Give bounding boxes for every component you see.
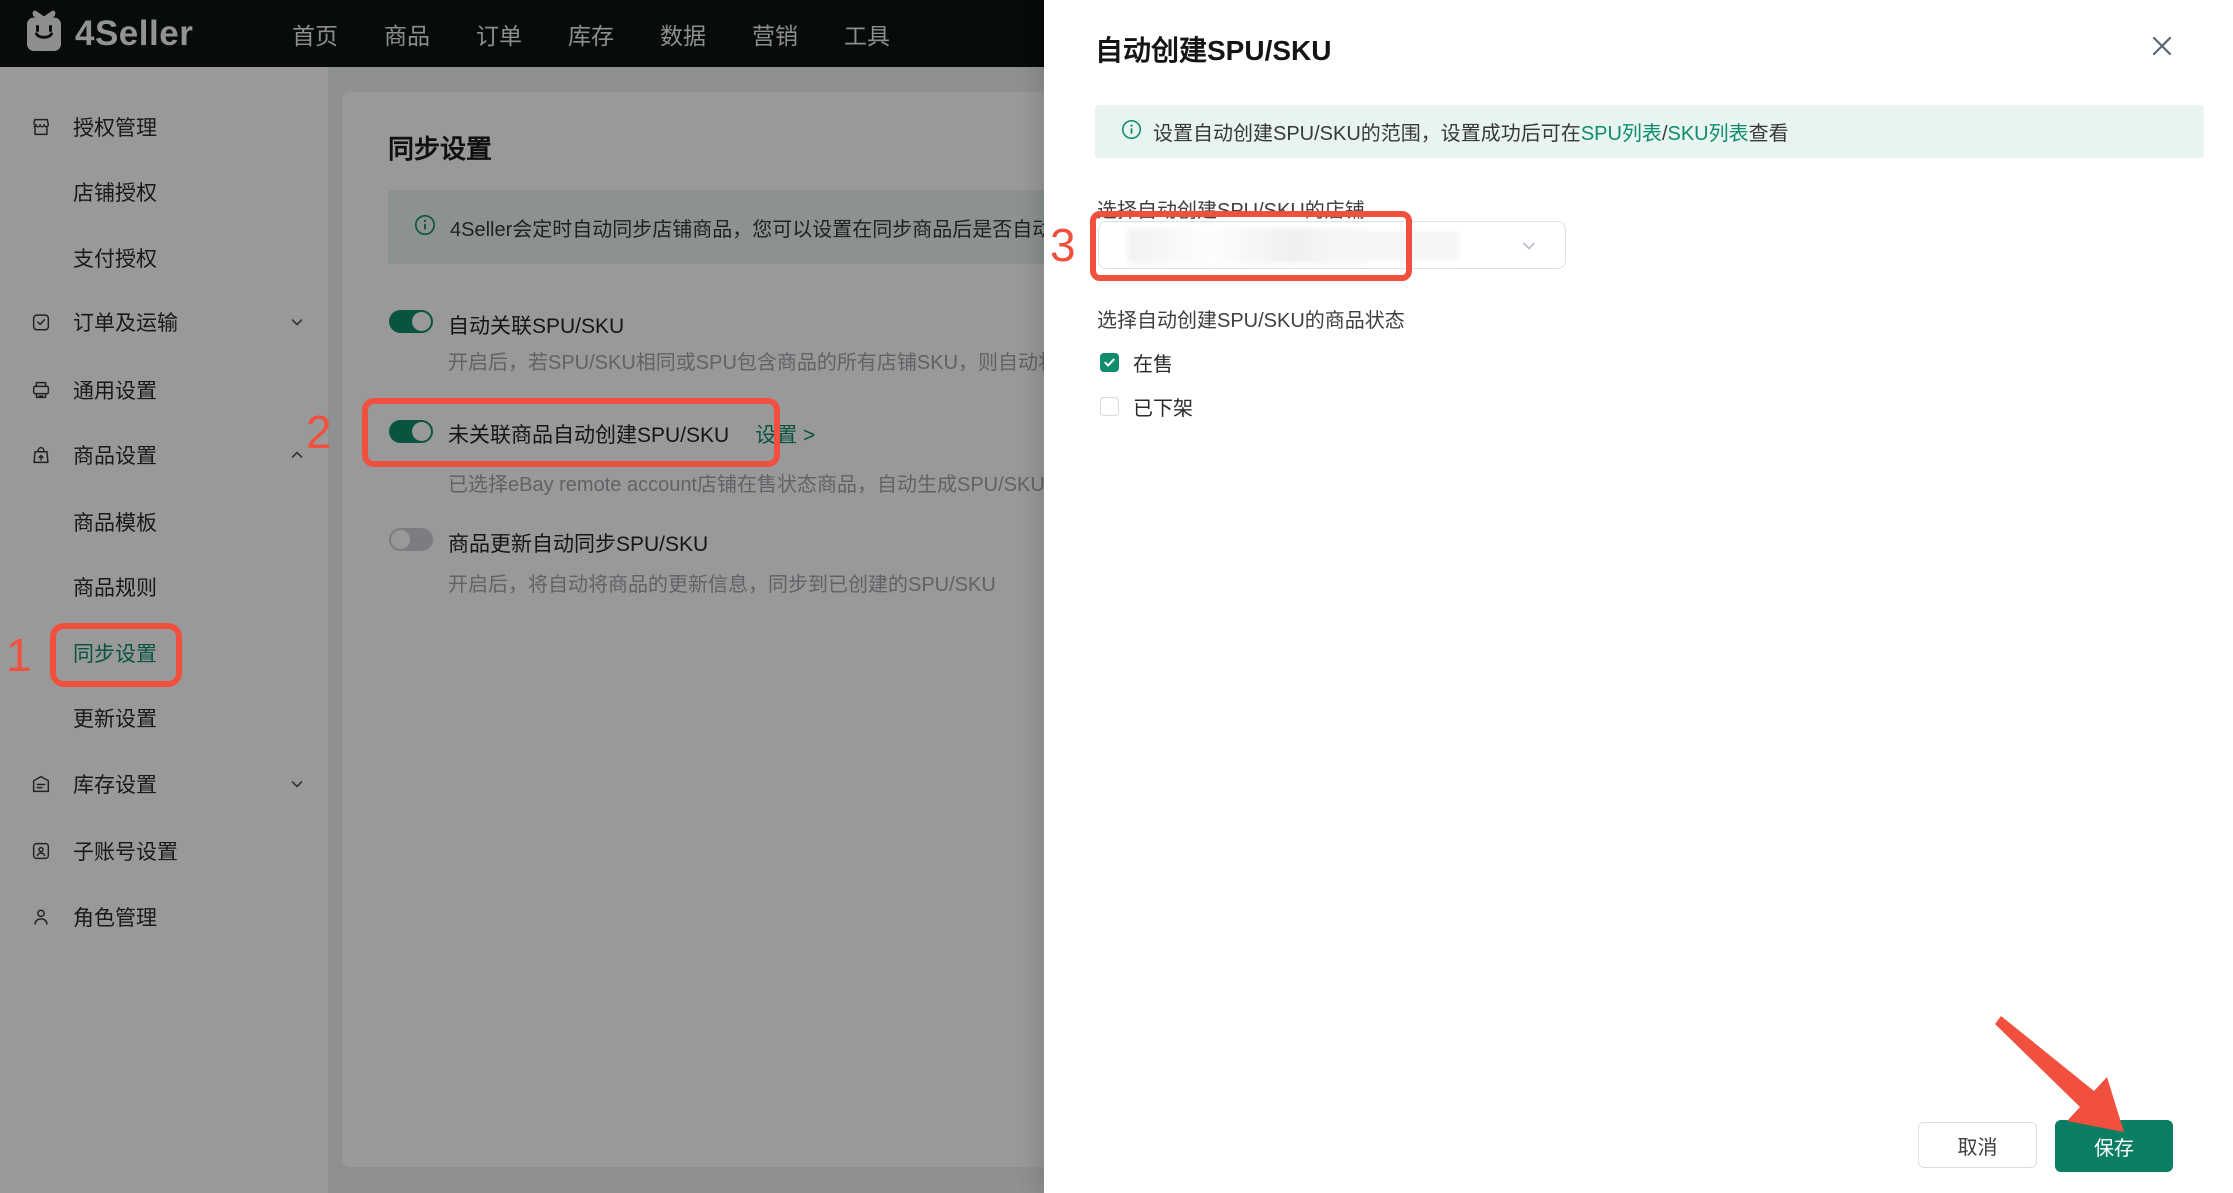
checkbox-label[interactable]: 在售	[1133, 348, 1173, 377]
status-checkbox-delisted[interactable]: 已下架	[1100, 392, 1193, 421]
checkbox-label[interactable]: 已下架	[1133, 392, 1193, 421]
annotation-number-3: 3	[1050, 219, 1076, 271]
annotation-box-step1	[50, 623, 182, 687]
spu-list-link[interactable]: SPU列表	[1581, 123, 1662, 145]
checkbox-unchecked-icon[interactable]	[1100, 397, 1119, 416]
app-screen: 4Seller 首页 商品 订单 库存 数据 营销 工具 授权管理 店铺授权 支…	[0, 0, 2233, 1193]
status-label: 选择自动创建SPU/SKU的商品状态	[1097, 310, 1405, 332]
save-button[interactable]: 保存	[2055, 1120, 2173, 1172]
drawer-banner-text: 设置自动创建SPU/SKU的范围，设置成功后可在SPU列表/SKU列表查看	[1153, 117, 1789, 146]
close-icon[interactable]	[2144, 28, 2180, 64]
annotation-box-step3	[1090, 211, 1412, 281]
drawer-title: 自动创建SPU/SKU	[1095, 35, 1332, 66]
banner-suffix: 查看	[1748, 123, 1789, 145]
banner-prefix: 设置自动创建SPU/SKU的范围，设置成功后可在	[1153, 123, 1581, 145]
checkbox-checked-icon[interactable]	[1100, 353, 1119, 372]
auto-create-drawer: 自动创建SPU/SKU 设置自动创建SPU/SKU的范围，设置成功后可在SPU列…	[1044, 0, 2233, 1193]
annotation-number-2: 2	[306, 406, 332, 458]
chevron-down-icon	[1519, 236, 1539, 261]
annotation-number-1: 1	[6, 629, 32, 681]
sku-list-link[interactable]: SKU列表	[1668, 123, 1749, 145]
drawer-info-banner: 设置自动创建SPU/SKU的范围，设置成功后可在SPU列表/SKU列表查看	[1095, 105, 2204, 158]
status-checkbox-onsale[interactable]: 在售	[1100, 348, 1173, 377]
annotation-box-step2	[362, 398, 780, 467]
cancel-button[interactable]: 取消	[1918, 1122, 2037, 1168]
info-icon	[1121, 119, 1142, 145]
